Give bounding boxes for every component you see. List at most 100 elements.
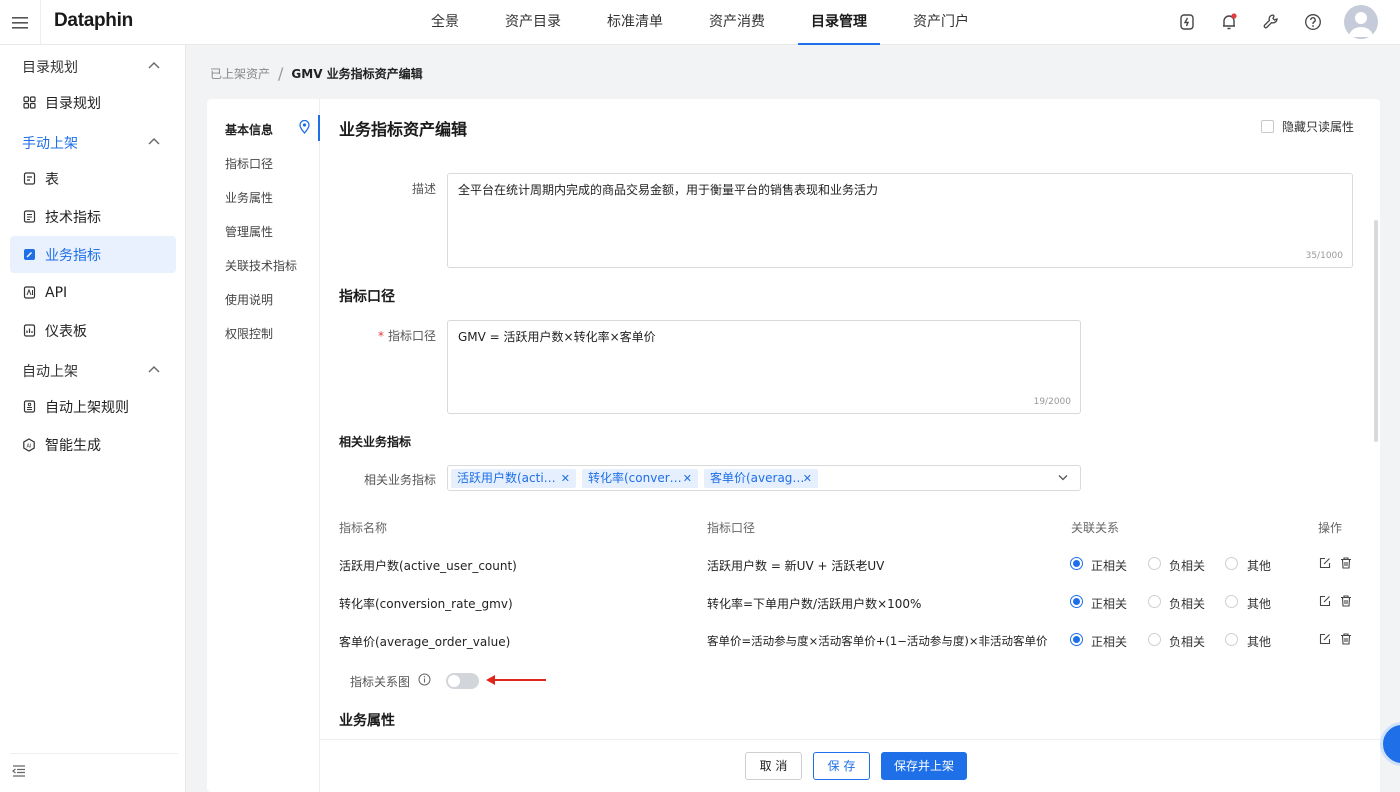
- table-row-caliber: 活跃用户数 = 新UV + 活跃老UV: [707, 559, 885, 573]
- delete-icon[interactable]: [1340, 595, 1352, 607]
- anchor-item-basic-info[interactable]: 基本信息: [225, 121, 273, 138]
- radio-negative[interactable]: [1148, 595, 1161, 608]
- app-logo[interactable]: Dataphin: [54, 10, 133, 32]
- business-attrs-section-title: 业务属性: [339, 713, 395, 729]
- caliber-textarea[interactable]: GMV = 活跃用户数×转化率×客单价 19/2000: [447, 320, 1081, 414]
- sidebar-item-auto-rule[interactable]: 自动上架规则: [10, 388, 176, 425]
- save-button[interactable]: 保 存: [813, 752, 870, 780]
- sidebar-item-dashboard[interactable]: 仪表板: [10, 312, 176, 349]
- sidebar-item-label: 目录规划: [45, 95, 101, 112]
- radio-other[interactable]: [1225, 557, 1238, 570]
- location-pin-icon: [299, 120, 310, 134]
- related-section-title: 相关业务指标: [339, 435, 412, 449]
- radio-label: 负相关: [1169, 635, 1206, 649]
- relation-graph-switch[interactable]: [446, 673, 479, 689]
- anchor-item-permission[interactable]: 权限控制: [225, 325, 273, 342]
- doc-icon: [22, 210, 36, 224]
- tag-close-icon[interactable]: ✕: [803, 469, 812, 488]
- radio-other[interactable]: [1225, 595, 1238, 608]
- table-header-name: 指标名称: [339, 521, 388, 535]
- sidebar-group-manual-publish[interactable]: 手动上架: [22, 133, 78, 153]
- sidebar-item-tech-metric[interactable]: 技术指标: [10, 198, 176, 235]
- sidebar-item-business-metric[interactable]: 业务指标: [10, 236, 176, 273]
- description-textarea[interactable]: 全平台在统计周期内完成的商品交易金额，用于衡量平台的销售表现和业务活力 35/1…: [447, 173, 1353, 268]
- cancel-button[interactable]: 取 消: [745, 752, 802, 780]
- anchor-item-management-attrs[interactable]: 管理属性: [225, 223, 273, 240]
- radio-positive[interactable]: [1070, 595, 1083, 608]
- wrench-icon[interactable]: [1262, 13, 1280, 31]
- chevron-up-icon[interactable]: [148, 137, 160, 145]
- nav-item-asset-portal[interactable]: 资产门户: [900, 0, 982, 45]
- hide-readonly-toggle[interactable]: 隐藏只读属性: [1260, 118, 1354, 135]
- radio-negative[interactable]: [1148, 633, 1161, 646]
- user-avatar[interactable]: [1344, 5, 1378, 39]
- breadcrumb-parent[interactable]: 已上架资产: [210, 65, 270, 82]
- radio-positive[interactable]: [1070, 633, 1083, 646]
- breadcrumb-separator: /: [278, 64, 284, 83]
- edit-icon[interactable]: [1319, 557, 1331, 569]
- delete-icon[interactable]: [1340, 557, 1352, 569]
- radio-negative[interactable]: [1148, 557, 1161, 570]
- power-icon[interactable]: [1178, 13, 1196, 31]
- chevron-up-icon[interactable]: [148, 365, 160, 373]
- dashboard-icon: [22, 324, 36, 338]
- edit-card: 基本信息 指标口径 业务属性 管理属性 关联技术指标 使用说明 权限控制 业务指…: [207, 99, 1380, 792]
- nav-item-catalog-management[interactable]: 目录管理: [798, 0, 880, 45]
- form-footer: 取 消 保 存 保存并上架: [320, 739, 1380, 792]
- anchor-item-usage-notes[interactable]: 使用说明: [225, 291, 273, 308]
- save-and-publish-button[interactable]: 保存并上架: [881, 752, 967, 780]
- related-metrics-select[interactable]: 活跃用户数(acti… ✕ 转化率(conver… ✕ 客单价(averag… ✕: [447, 465, 1081, 491]
- grid-icon: [22, 96, 36, 110]
- chevron-down-icon[interactable]: [1058, 474, 1068, 481]
- table-header-relation: 关联关系: [1071, 521, 1120, 535]
- caliber-label: * 指标口径: [377, 329, 436, 343]
- edit-doc-icon: [22, 248, 36, 262]
- edit-icon[interactable]: [1319, 595, 1331, 607]
- nav-item-asset-consumption[interactable]: 资产消费: [696, 0, 778, 45]
- help-icon[interactable]: [1304, 13, 1322, 31]
- delete-icon[interactable]: [1340, 633, 1352, 645]
- nav-item-asset-catalog[interactable]: 资产目录: [492, 0, 574, 45]
- hamburger-menu-icon[interactable]: [0, 0, 41, 45]
- sidebar-item-label: 技术指标: [45, 209, 101, 226]
- description-value: 全平台在统计周期内完成的商品交易金额，用于衡量平台的销售表现和业务活力: [458, 183, 879, 197]
- nav-item-overview[interactable]: 全景: [418, 0, 472, 45]
- chevron-up-icon[interactable]: [148, 61, 160, 69]
- collapse-sidebar-icon[interactable]: [12, 765, 26, 777]
- related-tag-conversion-rate: 转化率(conver… ✕: [582, 469, 698, 488]
- tag-close-icon[interactable]: ✕: [683, 469, 692, 488]
- tag-close-icon[interactable]: ✕: [561, 469, 570, 488]
- annotation-arrow: [488, 679, 546, 681]
- radio-label: 正相关: [1091, 559, 1128, 573]
- top-navbar: Dataphin 全景 资产目录 标准清单 资产消费 目录管理 资产门户: [0, 0, 1400, 45]
- radio-positive[interactable]: [1070, 557, 1083, 570]
- scrollbar[interactable]: [1374, 220, 1378, 442]
- info-icon[interactable]: [418, 673, 431, 686]
- anchor-item-caliber[interactable]: 指标口径: [225, 155, 273, 172]
- checkbox[interactable]: [1260, 120, 1274, 133]
- floating-help-button[interactable]: [1380, 722, 1400, 766]
- sidebar-item-table[interactable]: 表: [10, 160, 176, 197]
- sidebar-group-catalog-planning[interactable]: 目录规划: [22, 57, 78, 77]
- sidebar-item-api[interactable]: API: [10, 274, 176, 311]
- radio-label: 正相关: [1091, 635, 1128, 649]
- main-nav: 全景 资产目录 标准清单 资产消费 目录管理 资产门户: [418, 0, 1002, 45]
- sidebar-group-auto-publish[interactable]: 自动上架: [22, 361, 78, 381]
- table-header-actions: 操作: [1318, 521, 1343, 535]
- sidebar-item-catalog-planning[interactable]: 目录规划: [10, 84, 176, 121]
- rule-icon: [22, 400, 36, 414]
- anchor-item-business-attrs[interactable]: 业务属性: [225, 189, 273, 206]
- bell-icon[interactable]: [1220, 13, 1238, 31]
- caliber-value: GMV = 活跃用户数×转化率×客单价: [458, 330, 656, 344]
- hide-readonly-label: 隐藏只读属性: [1281, 120, 1354, 134]
- edit-icon[interactable]: [1319, 633, 1331, 645]
- anchor-item-related-tech-metrics[interactable]: 关联技术指标: [225, 257, 297, 274]
- table-row-name: 转化率(conversion_rate_gmv): [339, 597, 513, 611]
- anchor-nav: 基本信息 指标口径 业务属性 管理属性 关联技术指标 使用说明 权限控制: [207, 99, 320, 792]
- sidebar-item-smart-generate[interactable]: AI 智能生成: [10, 426, 176, 463]
- table-row-caliber: 转化率=下单用户数/活跃用户数×100%: [707, 597, 922, 611]
- breadcrumb-current: GMV 业务指标资产编辑: [291, 67, 423, 81]
- radio-other[interactable]: [1225, 633, 1238, 646]
- sidebar-item-label: 业务指标: [45, 247, 101, 264]
- nav-item-standard-list[interactable]: 标准清单: [594, 0, 676, 45]
